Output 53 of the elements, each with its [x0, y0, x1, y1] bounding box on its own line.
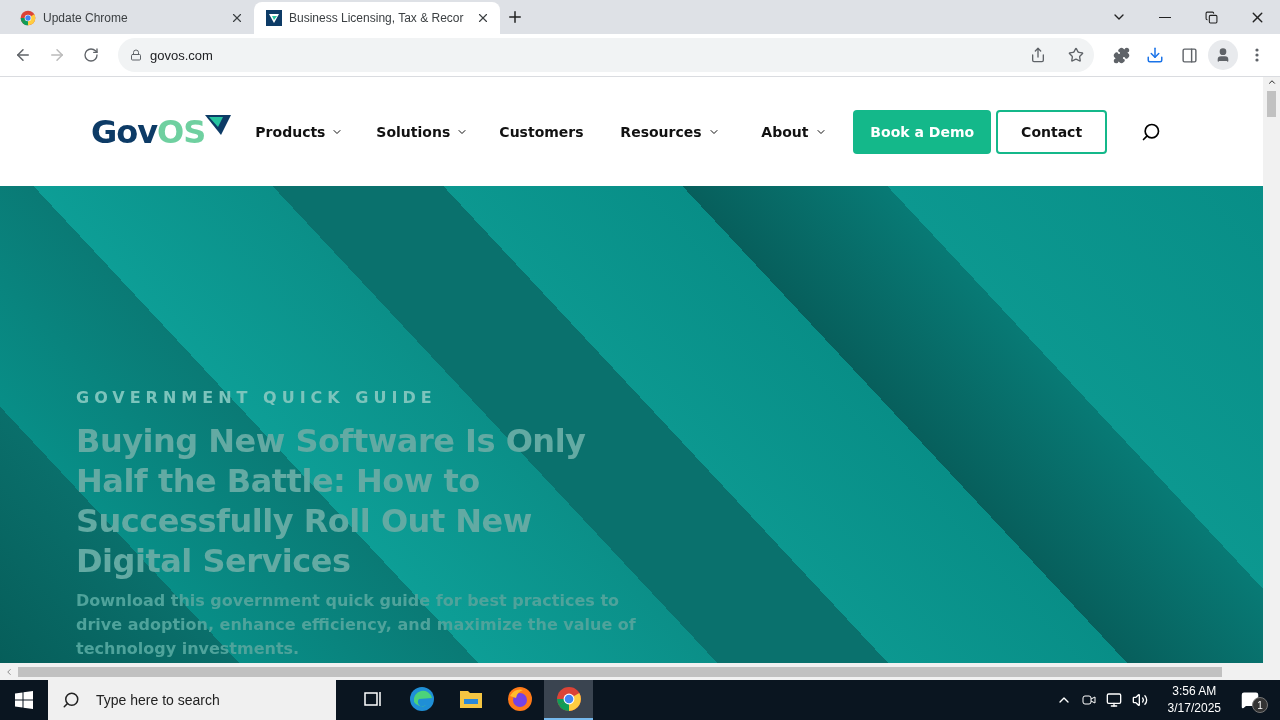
volume-icon[interactable]	[1131, 692, 1148, 708]
browser-tab[interactable]: Update Chrome	[8, 2, 254, 34]
logo-icon	[266, 10, 282, 26]
govos-logo[interactable]: GovOS	[91, 112, 232, 151]
search-icon	[62, 691, 80, 709]
network-icon[interactable]	[1105, 692, 1122, 708]
download-icon	[1146, 46, 1164, 64]
nav-link[interactable]: About	[761, 123, 852, 140]
vertical-scrollbar[interactable]	[1263, 77, 1280, 663]
clock[interactable]: 3:56 AM 3/17/2025	[1167, 683, 1221, 717]
taskbar-search-box[interactable]: Type here to search	[48, 680, 336, 720]
chrome-icon	[20, 10, 36, 26]
side-panel-icon	[1180, 46, 1198, 64]
chrome-icon	[555, 686, 582, 712]
user-icon	[1215, 47, 1231, 63]
minimize-icon	[1159, 16, 1171, 18]
search-icon[interactable]	[1141, 121, 1162, 142]
restore-icon	[1204, 10, 1218, 24]
profile-button[interactable]	[1208, 40, 1238, 70]
plus-icon	[506, 8, 524, 26]
star-icon[interactable]	[1068, 47, 1084, 63]
horizontal-scrollbar[interactable]	[0, 663, 1280, 680]
camera-icon[interactable]	[1081, 693, 1096, 707]
windows-icon	[15, 691, 33, 709]
address-bar[interactable]: govos.com	[118, 38, 1094, 72]
firefox-icon	[506, 686, 533, 712]
hero-headline: Buying New Software Is Only Half the Battle: How to Successfully Roll Out New Digital Services	[76, 421, 587, 581]
close-icon[interactable]	[230, 11, 244, 25]
folder-icon	[458, 689, 483, 709]
task-view-icon	[363, 691, 382, 707]
share-icon[interactable]	[1030, 47, 1046, 63]
browser-tab[interactable]: Business Licensing, Tax & Recor	[254, 2, 500, 34]
edge-icon	[408, 686, 435, 712]
search-field[interactable]: Type here to search	[94, 691, 318, 709]
url-text: govos.com	[150, 47, 214, 63]
nav-link[interactable]: Resources	[620, 123, 762, 140]
notification-count: 1	[1252, 697, 1268, 713]
lock-icon	[130, 49, 142, 61]
nav-link[interactable]: Solutions	[376, 123, 500, 140]
scrollbar-thumb[interactable]	[18, 666, 1222, 677]
nav-link[interactable]: Customers	[499, 123, 621, 140]
contact-button[interactable]: Contact	[996, 109, 1108, 154]
nav-link[interactable]: Products	[255, 123, 377, 140]
scrollbar-thumb[interactable]	[1267, 91, 1276, 117]
puzzle-icon	[1112, 46, 1130, 64]
close-icon[interactable]	[476, 11, 490, 25]
more-icon	[1255, 48, 1259, 62]
taskbar-app-button[interactable]	[544, 680, 593, 720]
scroll-up-icon[interactable]	[1266, 77, 1277, 87]
arrow-right-icon	[48, 46, 66, 64]
hero-description: Download this government quick guide for best practices to drive adoption, enhance efficiency, and maximize the value of technology investments.	[76, 590, 636, 660]
reload-icon	[83, 47, 99, 63]
eyebrow-text: GOVERNMENT QUICK GUIDE	[76, 388, 438, 407]
